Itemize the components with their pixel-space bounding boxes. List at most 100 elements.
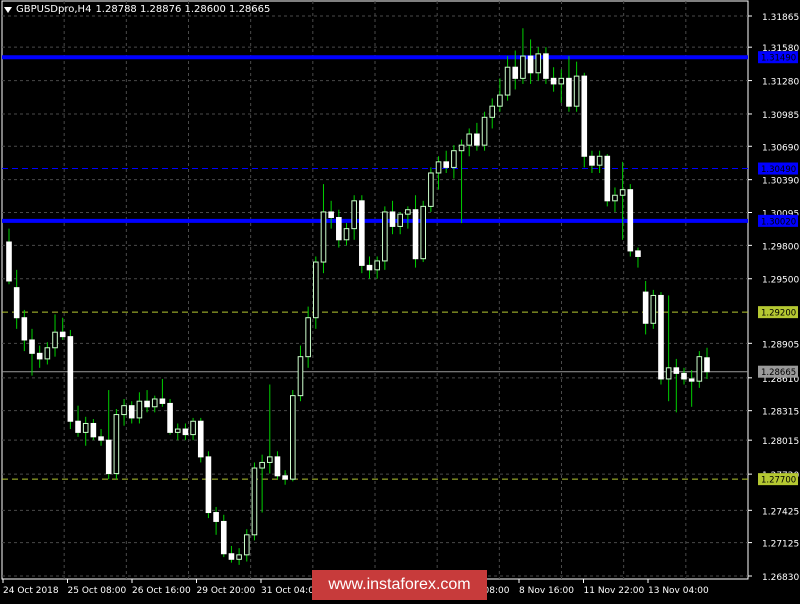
candle-body-bull: [405, 209, 411, 215]
candle-body-bear: [21, 317, 28, 341]
candle-body-bear: [642, 291, 649, 324]
y-tick-label: 1.27425: [762, 507, 799, 517]
candle-body-bear: [36, 352, 43, 360]
candle-body-bull: [665, 367, 672, 380]
candle-body-bear: [228, 553, 235, 560]
x-tick-label: 13 Nov 04:00: [648, 586, 709, 596]
y-tick-label: 1.28015: [762, 437, 799, 447]
candle-body-bear: [550, 77, 557, 85]
ohlc-readout: 1.28788 1.28876 1.28600 1.28665: [95, 4, 271, 15]
candle-body-bear: [67, 336, 74, 422]
candle-body-bull: [251, 467, 258, 536]
candle-body-bear: [328, 211, 334, 219]
x-tick-label: 8 Nov 16:00: [519, 586, 574, 596]
candle-body-bear: [98, 436, 104, 441]
candle-body-bull: [619, 189, 626, 196]
candle-body-bull: [44, 347, 51, 360]
candle-body-bear: [128, 405, 135, 419]
chart-header: GBPUSDpro,H4 1.28788 1.28876 1.28600 1.2…: [4, 4, 270, 15]
candle-body-bull: [650, 294, 657, 324]
x-tick-label: 11 Nov 22:00: [584, 586, 645, 596]
x-tick-label: 29 Oct 20:00: [197, 586, 256, 596]
price-level-label: 1.30490: [761, 165, 796, 175]
candle-body-bear: [182, 428, 189, 436]
collapse-triangle-icon[interactable]: [4, 6, 12, 13]
candle-body-bear: [474, 133, 480, 146]
candle-body-bear: [604, 155, 611, 202]
candle-body-bear: [220, 520, 227, 555]
candle-body-bull: [612, 194, 618, 202]
candle-body-bull: [489, 105, 496, 118]
candle-body-bull: [466, 133, 473, 146]
chart-canvas: 1.318651.315801.312801.309851.306901.303…: [1, 0, 799, 596]
candle-body-bull: [596, 155, 603, 166]
candle-body-bear: [159, 398, 166, 404]
candle-body-bear: [197, 420, 204, 458]
candle-body-bull: [266, 456, 273, 463]
candle-body-bear: [167, 402, 173, 433]
candle-body-bear: [581, 75, 588, 157]
candle-body-bear: [90, 422, 97, 438]
candle-body-bull: [320, 211, 327, 263]
candle-body-bull: [136, 400, 143, 419]
price-level-label: 1.31490: [761, 54, 796, 64]
candle-body-bull: [236, 554, 242, 560]
candle-body-bear: [274, 456, 281, 477]
candle-body-bull: [420, 205, 426, 260]
candle-body-bull: [151, 398, 158, 408]
candle-body-bull: [497, 94, 503, 107]
candle-body-bull: [297, 356, 304, 397]
candle-body-bear: [144, 400, 150, 408]
candle-body-bull: [451, 150, 457, 168]
candle-body-bear: [389, 211, 396, 227]
symbol-label: GBPUSDpro,H4: [16, 4, 92, 15]
candle-body-bear: [681, 372, 687, 380]
candle-body-bull: [696, 356, 703, 382]
candle-body-bull: [435, 161, 442, 174]
candle-body-bull: [190, 420, 196, 436]
candle-body-bear: [635, 250, 641, 257]
y-tick-label: 1.27125: [762, 540, 799, 550]
candle-body-bull: [458, 144, 465, 152]
y-tick-label: 1.30985: [762, 111, 799, 121]
x-tick-label: 24 Oct 2018: [3, 586, 59, 596]
y-tick-label: 1.30390: [762, 177, 799, 187]
candle-body-bull: [343, 228, 350, 241]
candle-body-bull: [113, 414, 120, 475]
candle-body-bull: [573, 75, 580, 107]
price-level-label: 1.30020: [761, 217, 796, 227]
watermark-banner: www.instaforex.com: [312, 570, 487, 600]
candle-body-bull: [290, 395, 296, 480]
candle-body-bear: [6, 241, 12, 282]
candle-body-bear: [688, 378, 695, 382]
candle-body-bear: [282, 475, 288, 480]
candle-body-bull: [481, 116, 488, 146]
candle-body-bull: [82, 422, 89, 433]
candle-body-bull: [382, 211, 388, 262]
candle-body-bear: [75, 420, 81, 433]
candle-body-bear: [205, 456, 212, 514]
candle-body-bull: [504, 66, 511, 96]
y-tick-label: 1.28905: [762, 340, 799, 350]
candle-body-bear: [512, 66, 519, 79]
candle-body-bear: [29, 339, 35, 354]
x-tick-label: 26 Oct 16:00: [132, 586, 191, 596]
candle-body-bull: [351, 200, 357, 230]
candle-body-bull: [535, 53, 542, 74]
candle-body-bull: [305, 317, 311, 358]
y-tick-label: 1.31280: [762, 78, 799, 88]
y-tick-label: 1.31865: [762, 13, 799, 23]
candle-body-bear: [13, 287, 20, 319]
candle-body-bear: [359, 200, 365, 266]
candle-body-bull: [52, 331, 58, 349]
candle-body-bear: [443, 161, 450, 168]
y-tick-label: 1.30690: [762, 143, 799, 153]
candle-body-bear: [59, 331, 66, 338]
chart-root: 1.31865 1.31580 1.31280 1.30985 1.30690 1.303…: [0, 0, 800, 600]
y-tick-label: 1.29800: [762, 242, 799, 252]
candle-body-bull: [121, 405, 127, 416]
price-level-label: 1.28665: [761, 368, 796, 378]
candle-body-bull: [259, 461, 265, 469]
candle-body-bear: [627, 189, 634, 252]
candle-body-bear: [543, 53, 549, 79]
